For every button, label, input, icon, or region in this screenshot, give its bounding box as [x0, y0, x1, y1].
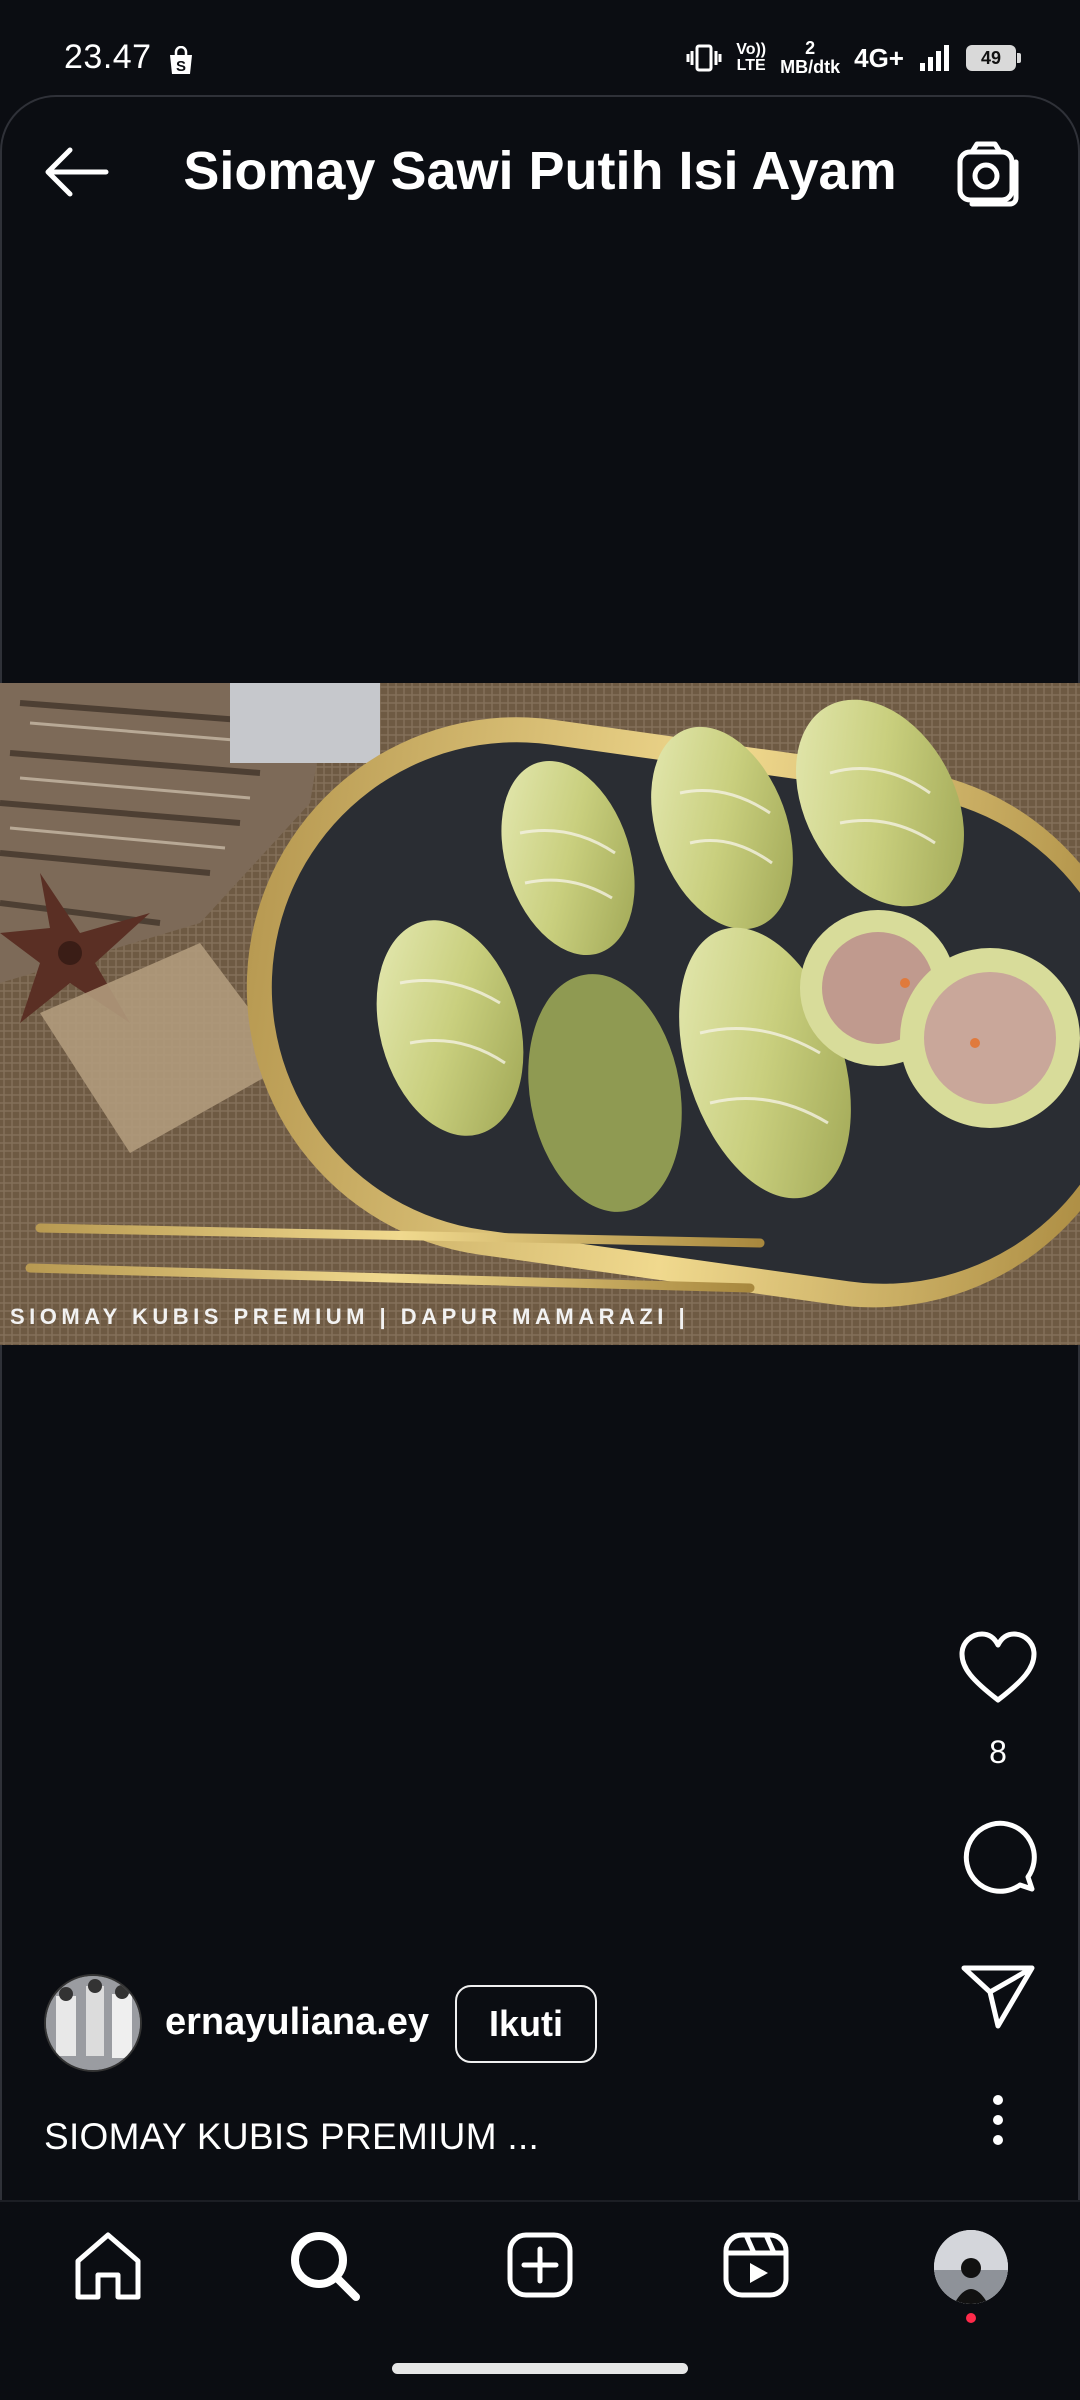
home-icon[interactable] — [68, 2225, 148, 2305]
page-title: Siomay Sawi Putih Isi Ayam — [183, 141, 897, 201]
network-type: 4G+ — [854, 42, 904, 73]
heart-icon[interactable] — [958, 1630, 1038, 1706]
status-icons: Vo)) LTE 2 MB/dtk 4G+ 49 — [686, 36, 1021, 80]
follow-button[interactable]: Ikuti — [455, 1985, 597, 2063]
home-indicator[interactable] — [392, 2363, 688, 2374]
food-photo-illustration — [0, 683, 1080, 1345]
signal-bars-icon — [920, 45, 949, 71]
avatar-image — [46, 1976, 140, 2070]
svg-text:S: S — [176, 58, 186, 75]
comment-bubble-icon[interactable] — [958, 1815, 1038, 1895]
photo-watermark: SIOMAY KUBIS PREMIUM | DAPUR MAMARAZI | — [10, 1304, 690, 1329]
net-speed: 2 MB/dtk — [780, 38, 841, 77]
like-count: 8 — [989, 1734, 1007, 1770]
post-caption[interactable]: SIOMAY KUBIS PREMIUM ... — [44, 2116, 539, 2158]
status-time: 23.47 — [64, 38, 152, 76]
profile-image — [934, 2230, 1008, 2304]
camera-icon[interactable] — [954, 138, 1024, 208]
search-icon[interactable] — [284, 2225, 364, 2305]
notification-dot — [966, 2313, 976, 2323]
author-avatar[interactable] — [44, 1974, 142, 2072]
more-vertical-icon[interactable] — [978, 2092, 1018, 2148]
reels-icon[interactable] — [716, 2225, 796, 2305]
post-photo[interactable] — [0, 683, 1080, 1345]
send-paper-plane-icon[interactable] — [958, 1960, 1038, 2032]
arrow-left-icon[interactable] — [40, 140, 112, 204]
shopping-bag-s-icon: S — [170, 46, 192, 75]
vibrate-icon — [686, 44, 722, 72]
author-username[interactable]: ernayuliana.ey — [165, 2001, 429, 2044]
create-plus-icon[interactable] — [500, 2225, 580, 2305]
battery-indicator: 49 — [966, 45, 1021, 71]
volte-indicator: Vo)) LTE — [736, 41, 767, 74]
profile-avatar[interactable] — [934, 2230, 1008, 2304]
